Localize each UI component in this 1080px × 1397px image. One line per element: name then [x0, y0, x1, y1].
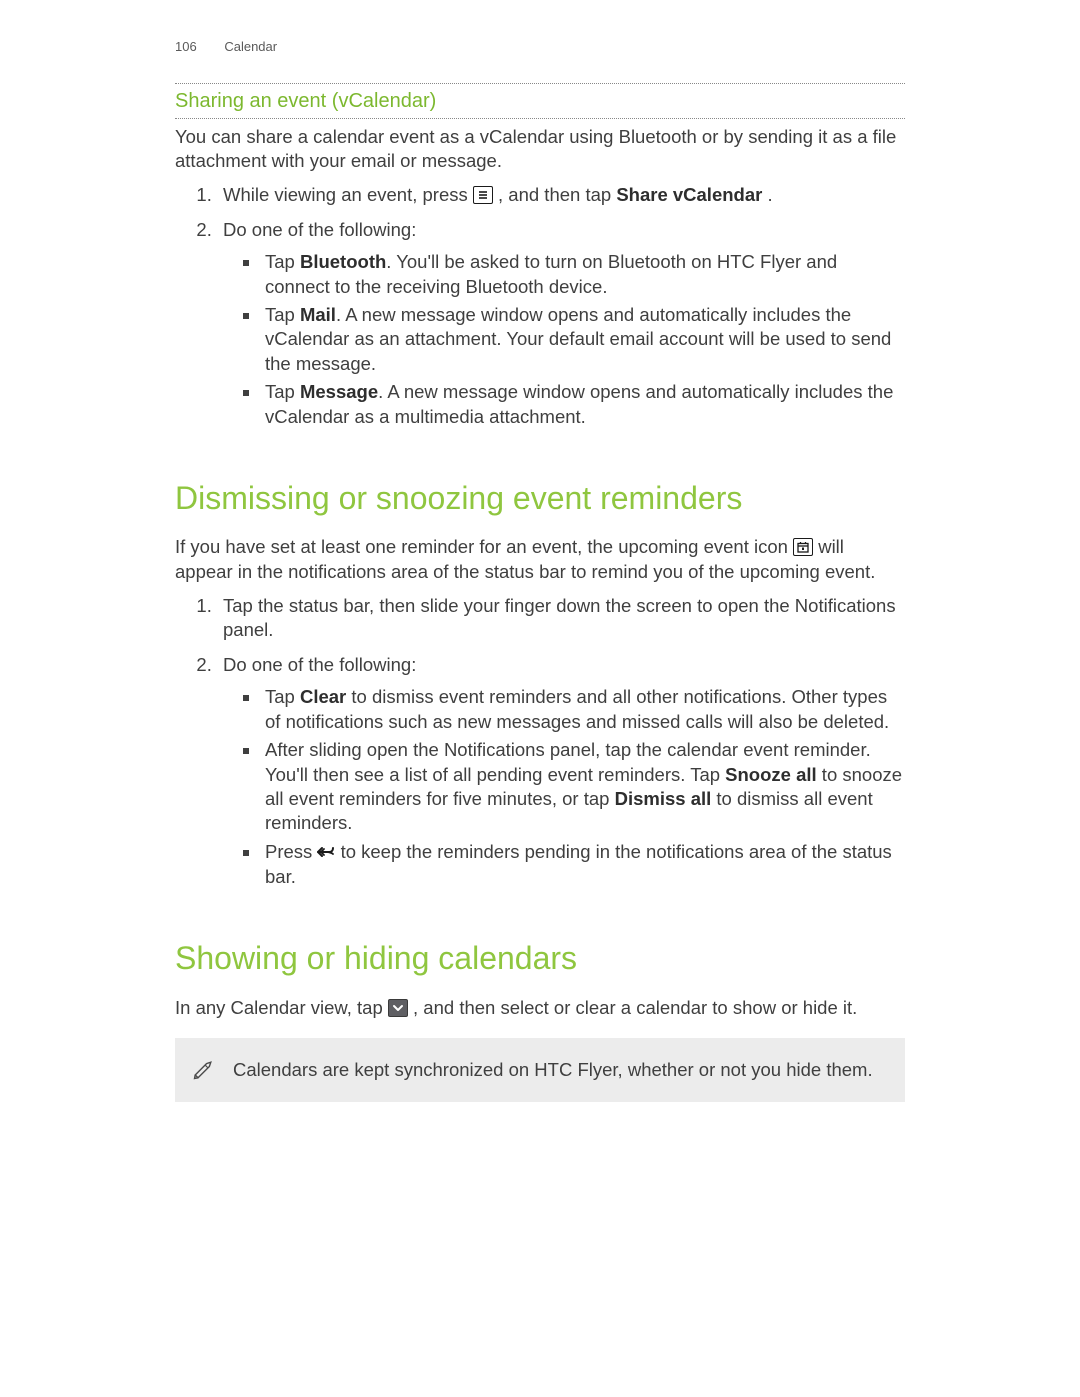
action-name: Share vCalendar	[616, 184, 762, 205]
section-title: Dismissing or snoozing event reminders	[175, 477, 905, 519]
list-item: Do one of the following: Tap Bluetooth. …	[217, 218, 905, 429]
bullet-list: Tap Clear to dismiss event reminders and…	[261, 685, 905, 889]
text-part: Tap	[265, 381, 300, 402]
bold-text: Snooze all	[725, 764, 817, 785]
list-item: Tap Mail. A new message window opens and…	[261, 303, 905, 376]
bullet-list: Tap Bluetooth. You'll be asked to turn o…	[261, 250, 905, 429]
list-item: Tap Bluetooth. You'll be asked to turn o…	[261, 250, 905, 299]
list-item: Tap Clear to dismiss event reminders and…	[261, 685, 905, 734]
text-part: Tap	[265, 251, 300, 272]
text-part: While viewing an event, press	[223, 184, 473, 205]
subsection-title: Sharing an event (vCalendar)	[175, 84, 905, 117]
list-item: After sliding open the Notifications pan…	[261, 738, 905, 836]
numbered-list: Tap the status bar, then slide your fing…	[217, 594, 905, 889]
body-text: If you have set at least one reminder fo…	[175, 535, 905, 584]
text-part: Do one of the following:	[223, 219, 416, 240]
text-part: Press	[265, 841, 317, 862]
bold-text: Dismiss all	[615, 788, 712, 809]
bold-text: Mail	[300, 304, 336, 325]
text-part: Do one of the following:	[223, 654, 416, 675]
text-part: , and then tap	[498, 184, 616, 205]
text-part: In any Calendar view, tap	[175, 997, 388, 1018]
chevron-down-icon	[388, 999, 408, 1017]
text-part: to dismiss event reminders and all other…	[265, 686, 889, 731]
pen-icon	[189, 1056, 217, 1084]
list-item: While viewing an event, press , and then…	[217, 183, 905, 207]
text-part: . A new message window opens and automat…	[265, 304, 891, 374]
note-text: Calendars are kept synchronized on HTC F…	[233, 1058, 887, 1082]
list-item: Tap the status bar, then slide your fing…	[217, 594, 905, 643]
calendar-event-icon	[793, 538, 813, 556]
body-text: You can share a calendar event as a vCal…	[175, 125, 905, 174]
bold-text: Clear	[300, 686, 346, 707]
text-part: , and then select or clear a calendar to…	[413, 997, 857, 1018]
menu-icon	[473, 186, 493, 204]
numbered-list: While viewing an event, press , and then…	[217, 183, 905, 429]
text-part: to keep the reminders pending in the not…	[265, 841, 892, 887]
section-title: Showing or hiding calendars	[175, 937, 905, 979]
page-header: 106 Calendar	[175, 38, 905, 55]
text-part: Tap	[265, 686, 300, 707]
bold-text: Message	[300, 381, 378, 402]
chapter-name: Calendar	[224, 39, 277, 54]
list-item: Tap Message. A new message window opens …	[261, 380, 905, 429]
text-part: Tap the status bar, then slide your fing…	[223, 595, 896, 640]
divider	[175, 118, 905, 119]
bold-text: Bluetooth	[300, 251, 386, 272]
text-part: If you have set at least one reminder fo…	[175, 536, 793, 557]
note-box: Calendars are kept synchronized on HTC F…	[175, 1038, 905, 1102]
list-item: Do one of the following: Tap Clear to di…	[217, 653, 905, 890]
back-arrow-icon	[317, 841, 335, 865]
list-item: Press to keep the reminders pending in t…	[261, 840, 905, 890]
text-part: .	[767, 184, 772, 205]
body-text: In any Calendar view, tap , and then sel…	[175, 996, 905, 1020]
page-number: 106	[175, 39, 197, 54]
text-part: Tap	[265, 304, 300, 325]
